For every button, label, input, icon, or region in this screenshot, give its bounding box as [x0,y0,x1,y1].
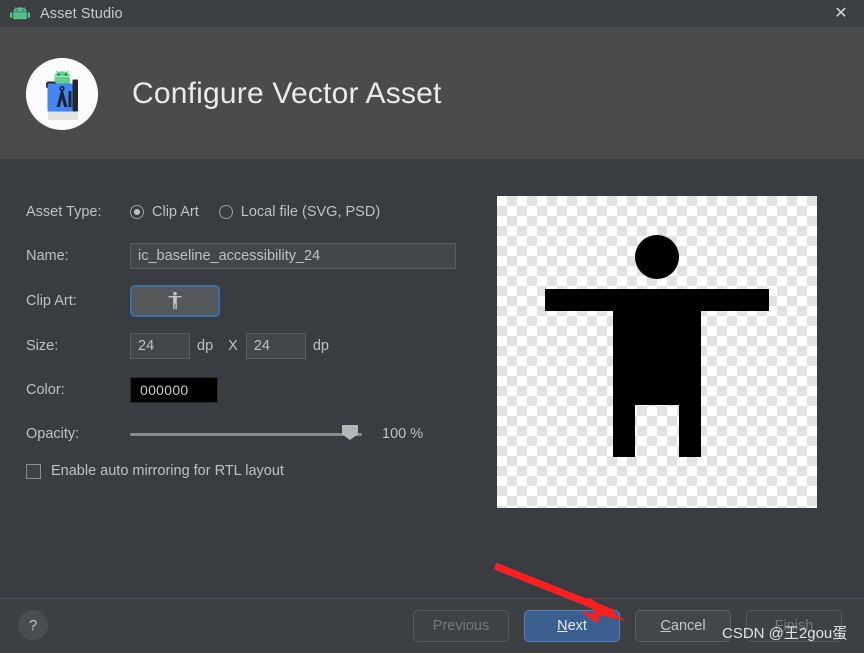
size-separator: X [228,338,238,354]
opacity-value: 100 % [382,426,424,442]
name-input[interactable] [130,243,456,269]
opacity-label: Opacity: [26,426,80,442]
asset-type-row: Asset Type: Clip Art Local file (SVG, PS… [26,197,466,227]
size-height-input[interactable] [245,333,306,359]
asset-studio-logo-icon [26,58,98,130]
opacity-slider-track [130,432,362,436]
size-width-unit: dp [197,338,214,354]
name-row: Name: [26,241,466,271]
clip-art-picker-button[interactable] [130,285,220,317]
size-height-unit: dp [312,338,329,354]
vector-preview-panel [497,196,817,508]
radio-local-file-indicator [218,205,233,219]
clip-art-row: Clip Art: [26,285,466,317]
dialog-body: Asset Type: Clip Art Local file (SVG, PS… [0,159,864,599]
radio-clip-art[interactable]: Clip Art [130,204,199,220]
next-button[interactable]: Next [524,610,620,642]
opacity-row: Opacity: 100 % [26,419,466,449]
title-bar: Asset Studio ✕ [0,0,864,28]
size-row: Size: dp X dp [26,331,466,361]
name-label: Name: [26,248,69,264]
radio-local-file-label: Local file (SVG, PSD) [240,204,381,220]
color-row: Color: 000000 [26,375,466,405]
page-title: Configure Vector Asset [132,77,442,110]
previous-button-label: Previous [432,618,490,634]
opacity-slider-thumb[interactable] [342,425,358,440]
radio-clip-art-indicator [130,205,144,219]
dialog-header: Configure Vector Asset [0,28,864,160]
radio-clip-art-label: Clip Art [152,204,199,220]
asset-type-label: Asset Type: [26,204,102,220]
watermark: CSDN @王2gou蛋 [722,625,848,642]
accessibility-icon [168,291,182,310]
asset-config-form: Asset Type: Clip Art Local file (SVG, PS… [26,197,466,479]
cancel-button-label: Cancel [660,618,706,634]
next-button-label: Next [557,618,587,634]
size-label: Size: [26,338,59,354]
color-swatch-button[interactable]: 000000 [130,377,218,403]
close-icon[interactable]: ✕ [818,0,864,27]
rtl-mirroring-label: Enable auto mirroring for RTL layout [51,463,284,479]
color-value: 000000 [140,382,189,398]
previous-button[interactable]: Previous [413,610,509,642]
cancel-button[interactable]: Cancel [635,610,731,642]
rtl-mirroring-checkbox[interactable] [26,463,41,479]
radio-local-file[interactable]: Local file (SVG, PSD) [218,204,381,220]
window-title: Asset Studio [40,5,123,22]
android-robot-icon [10,4,30,24]
color-label: Color: [26,382,65,398]
rtl-mirroring-checkbox-row[interactable]: Enable auto mirroring for RTL layout [26,463,466,479]
clip-art-label: Clip Art: [26,293,77,309]
accessibility-icon [545,235,769,457]
size-width-input[interactable] [130,333,190,359]
help-button[interactable]: ? [18,610,48,640]
opacity-slider[interactable] [130,422,362,446]
